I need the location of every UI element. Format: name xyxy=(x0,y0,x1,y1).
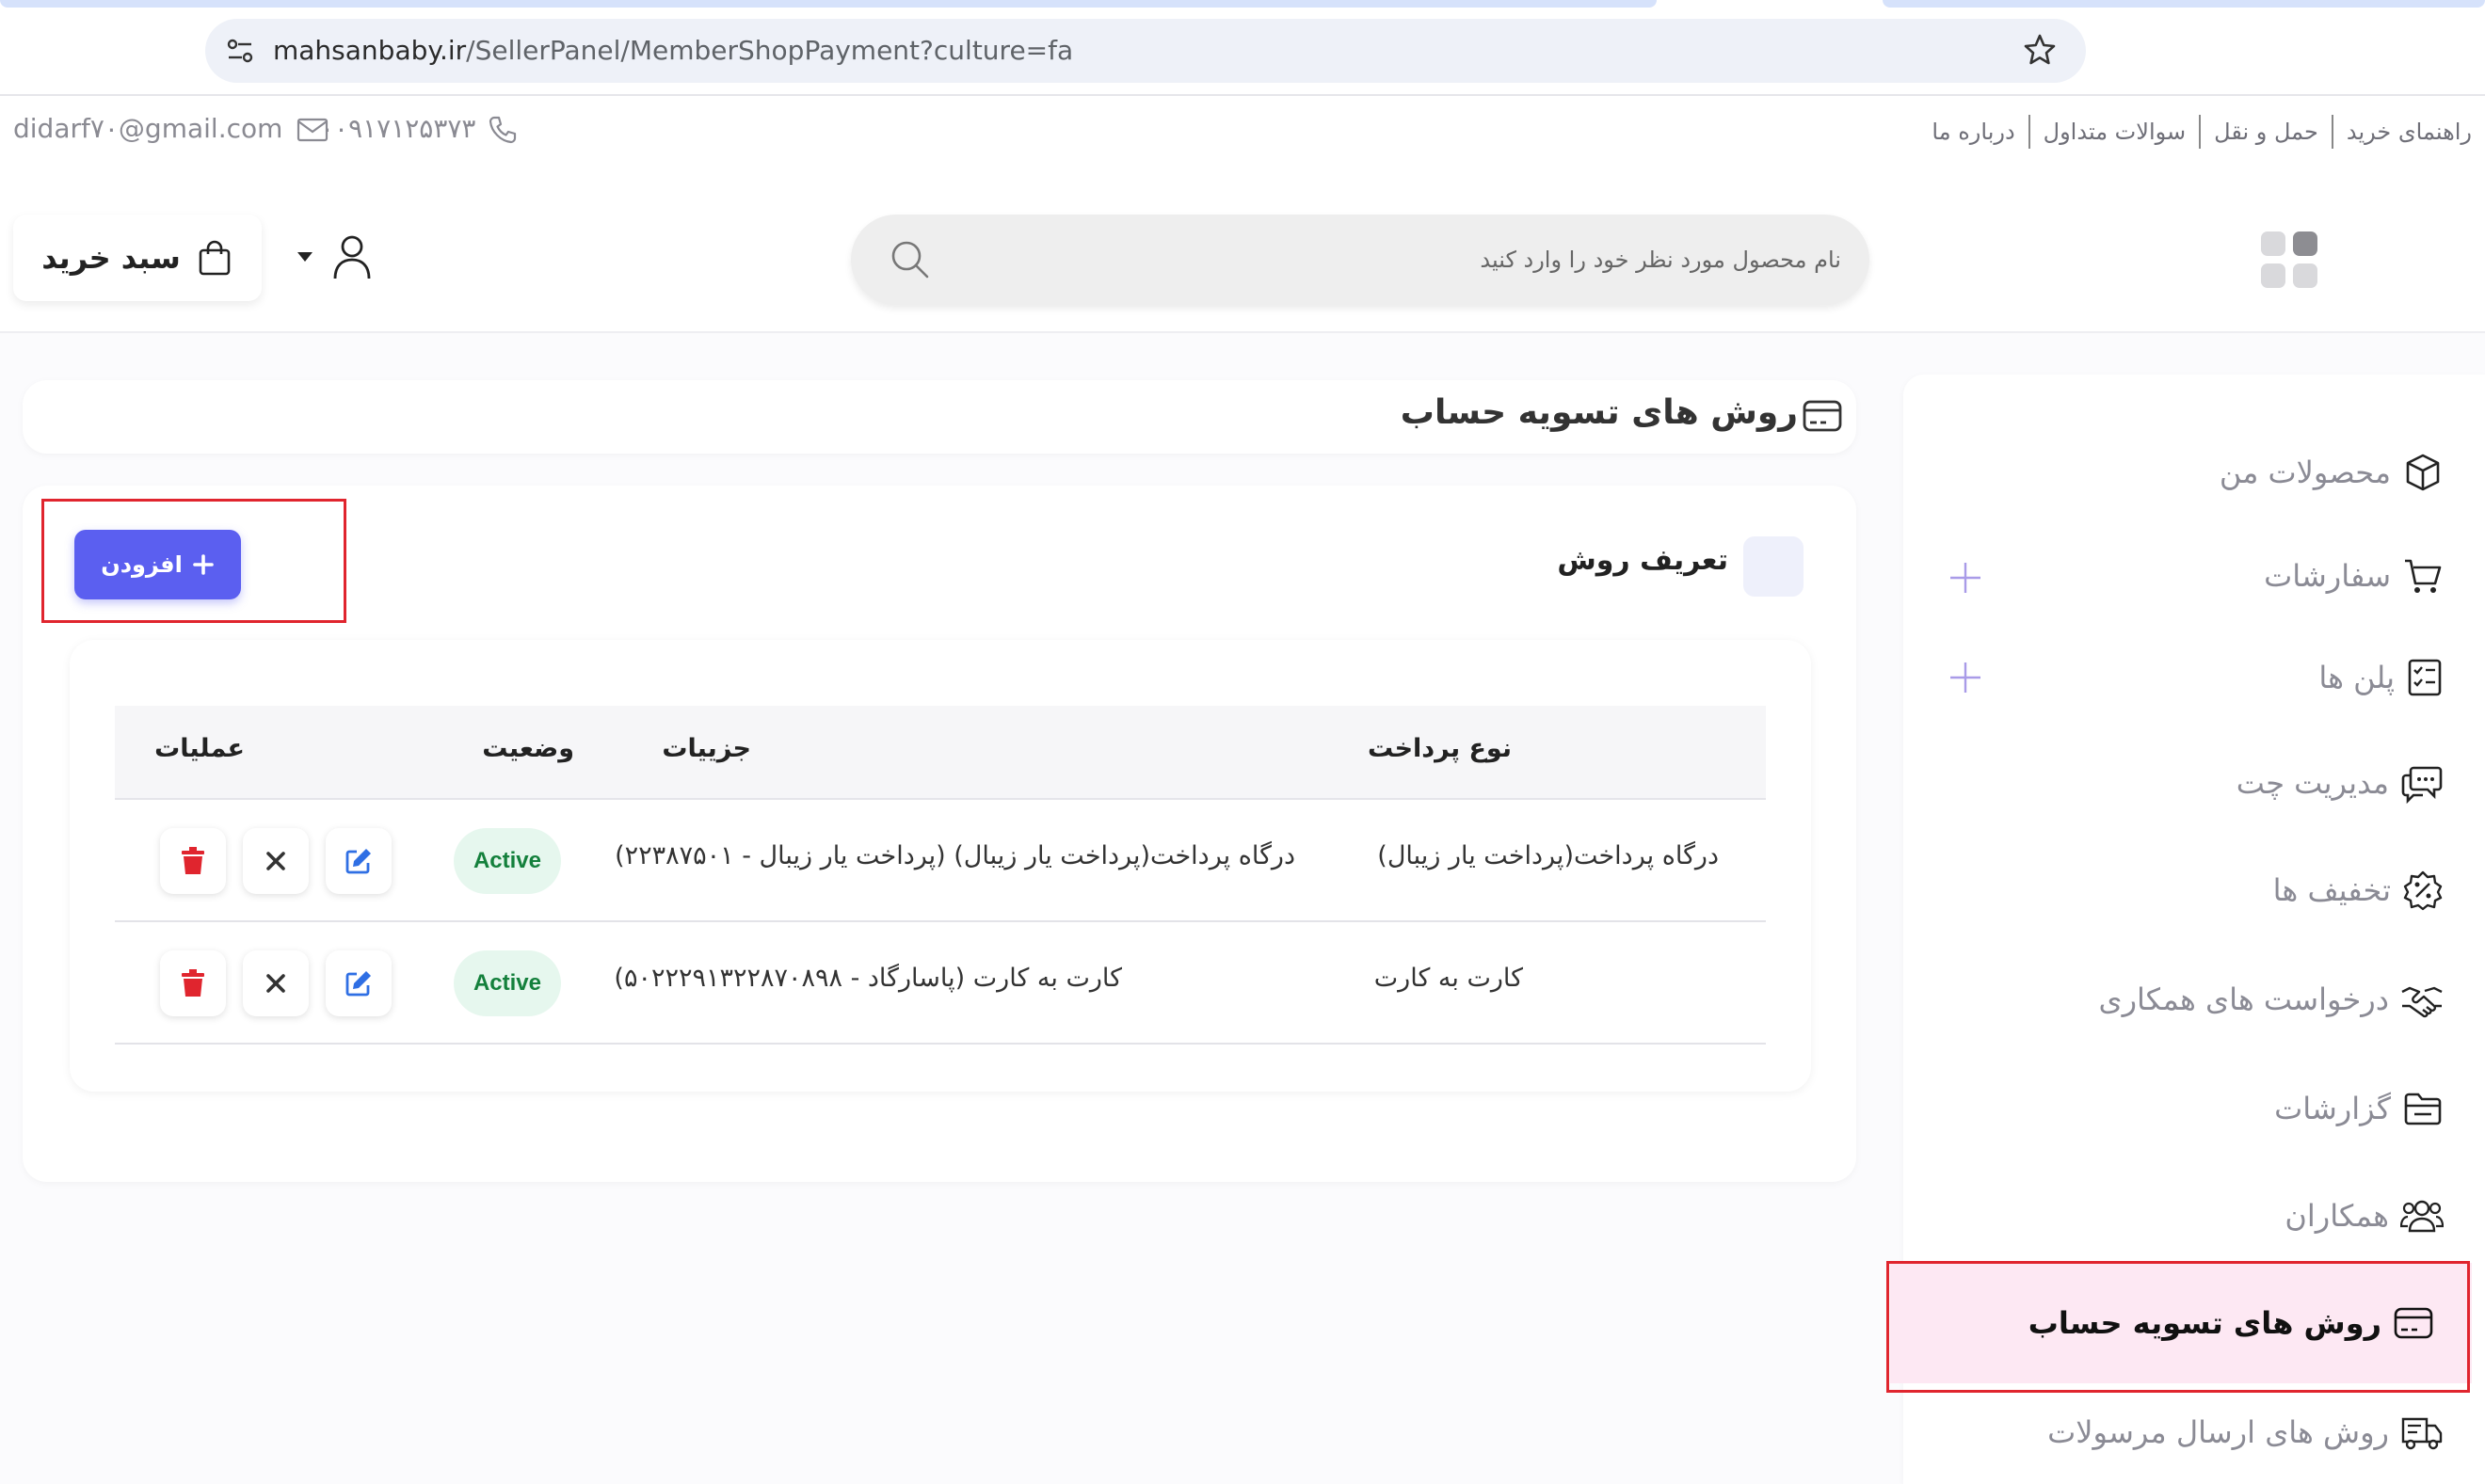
deactivate-button[interactable] xyxy=(243,828,309,894)
sidebar-item-products[interactable]: محصولات من xyxy=(2220,444,2444,501)
cell-payment-type: کارت به کارت xyxy=(1373,964,1523,993)
sidebar-item-label: پلن ها xyxy=(2318,660,2395,695)
cart-icon xyxy=(2405,559,2442,593)
status-badge: Active xyxy=(454,950,561,1016)
sidebar-item-label: تخفیف ها xyxy=(2272,872,2391,908)
sidebar-item-label: گزارشات xyxy=(2274,1091,2391,1126)
phone-text: ۰۰۹۱۷۱۲۵۳۷۳ xyxy=(320,113,476,144)
cell-details: کارت به کارت (پاسارگاد - ۵۰۲۲۲۹۱۳۲۲۸۷۰۸۹… xyxy=(614,964,1122,993)
top-link-buying-guide[interactable]: راهنمای خرید xyxy=(2331,115,2485,149)
truck-icon xyxy=(2401,1417,2443,1450)
col-header-details: جزییات xyxy=(662,734,751,763)
sidebar-item-orders[interactable]: سفارشات xyxy=(2264,548,2444,604)
payment-methods-table: نوع پرداخت جزییات وضعیت عملیات درگاه پرد… xyxy=(70,640,1811,1092)
chevron-down-icon[interactable] xyxy=(296,250,314,263)
bookmark-star-icon[interactable] xyxy=(2022,32,2058,68)
close-icon xyxy=(266,974,285,993)
sidebar-item-label: محصولات من xyxy=(2219,455,2391,490)
expand-plus-icon[interactable] xyxy=(1947,559,1984,597)
box-icon xyxy=(2406,454,2440,491)
phone-contact[interactable]: ۰۰۹۱۷۱۲۵۳۷۳ xyxy=(320,113,518,145)
highlight-box-add xyxy=(41,499,346,623)
expand-plus-icon[interactable] xyxy=(1947,659,1984,696)
folder-icon xyxy=(2404,1093,2442,1125)
users-icon xyxy=(2400,1200,2444,1233)
top-links: راهنمای خرید حمل و نقل سوالات متداول درب… xyxy=(1918,115,2485,149)
sidebar-item-cooperation-requests[interactable]: درخواست های همکاری xyxy=(2099,971,2444,1028)
cell-details: درگاه پرداخت(پرداخت یار زیبال) (پرداخت ی… xyxy=(615,841,1295,870)
site-settings-icon[interactable] xyxy=(224,35,256,67)
section-title: تعریف روش xyxy=(1557,544,1728,577)
cell-payment-type: درگاه پرداخت(پرداخت یار زیبال) xyxy=(1377,841,1719,870)
col-header-payment-type: نوع پرداخت xyxy=(1368,734,1512,763)
checklist-icon xyxy=(2408,659,2442,696)
user-icon[interactable] xyxy=(331,233,373,280)
top-link-shipping[interactable]: حمل و نقل xyxy=(2199,115,2332,149)
sidebar-item-label: سفارشات xyxy=(2264,558,2391,594)
top-link-about[interactable]: درباره ما xyxy=(1918,115,2028,149)
cart-label: سبد خرید xyxy=(41,240,181,276)
close-icon xyxy=(266,852,285,870)
url-path: /SellerPanel/MemberShopPayment?culture=f… xyxy=(466,35,1074,66)
search-icon[interactable] xyxy=(889,238,932,281)
phone-icon xyxy=(489,116,517,144)
sidebar-item-label: درخواست های همکاری xyxy=(2098,981,2389,1017)
sidebar-item-plans[interactable]: پلن ها xyxy=(2318,649,2444,706)
credit-card-icon xyxy=(1803,400,1842,432)
edit-icon xyxy=(345,971,371,997)
url-text[interactable]: mahsanbaby.ir/SellerPanel/MemberShopPaym… xyxy=(273,35,1073,66)
sidebar-item-label: روش های ارسال مرسولات xyxy=(2047,1414,2389,1450)
trash-icon xyxy=(182,847,204,874)
trash-icon xyxy=(182,969,204,997)
status-badge: Active xyxy=(454,828,561,894)
user-menu[interactable] xyxy=(290,231,384,284)
table-row: درگاه پرداخت(پرداخت یار زیبال) درگاه پرد… xyxy=(115,800,1766,922)
browser-tab[interactable] xyxy=(0,0,1657,8)
email-contact[interactable]: didarf۷۰@gmail.com xyxy=(13,113,329,144)
handshake-icon xyxy=(2401,986,2443,1018)
search-bar[interactable] xyxy=(851,215,1869,305)
browser-tab[interactable] xyxy=(1883,0,2485,8)
page-title: روش های تسویه حساب xyxy=(1400,393,1798,432)
cart-button[interactable]: سبد خرید xyxy=(13,215,262,301)
sidebar-item-discounts[interactable]: تخفیف ها xyxy=(2273,862,2444,918)
col-header-actions: عملیات xyxy=(154,734,245,763)
sidebar-item-label: مدیریت چت xyxy=(2236,765,2389,801)
discount-icon xyxy=(2403,870,2443,911)
table-row: کارت به کارت کارت به کارت (پاسارگاد - ۵۰… xyxy=(115,922,1766,1045)
edit-button[interactable] xyxy=(326,950,392,1016)
address-bar[interactable]: mahsanbaby.ir/SellerPanel/MemberShopPaym… xyxy=(205,19,2086,83)
col-header-status: وضعیت xyxy=(482,734,574,763)
deactivate-button[interactable] xyxy=(243,950,309,1016)
section-icon-placeholder xyxy=(1743,536,1804,597)
sidebar-item-label: همکاران xyxy=(2285,1198,2389,1234)
page-title-card: روش های تسویه حساب xyxy=(23,380,1856,454)
sidebar-item-colleagues[interactable]: همکاران xyxy=(2285,1188,2444,1244)
edit-icon xyxy=(345,849,371,874)
search-input[interactable] xyxy=(975,237,1841,282)
email-text: didarf۷۰@gmail.com xyxy=(13,113,283,144)
top-link-faq[interactable]: سوالات متداول xyxy=(2028,115,2199,149)
app-grid-logo-icon[interactable] xyxy=(2259,230,2319,290)
sidebar-item-reports[interactable]: گزارشات xyxy=(2274,1080,2444,1137)
table-header: نوع پرداخت جزییات وضعیت عملیات xyxy=(115,706,1766,800)
url-domain: mahsanbaby.ir xyxy=(273,35,467,66)
chat-icon xyxy=(2401,766,2443,804)
delete-button[interactable] xyxy=(160,950,226,1016)
delete-button[interactable] xyxy=(160,828,226,894)
sidebar-item-shipping-methods[interactable]: روش های ارسال مرسولات xyxy=(2047,1404,2444,1460)
sidebar-item-chat[interactable]: مدیریت چت xyxy=(2236,755,2444,811)
shopping-bag-icon xyxy=(199,240,231,276)
edit-button[interactable] xyxy=(326,828,392,894)
highlight-box-sidebar xyxy=(1886,1261,2470,1393)
